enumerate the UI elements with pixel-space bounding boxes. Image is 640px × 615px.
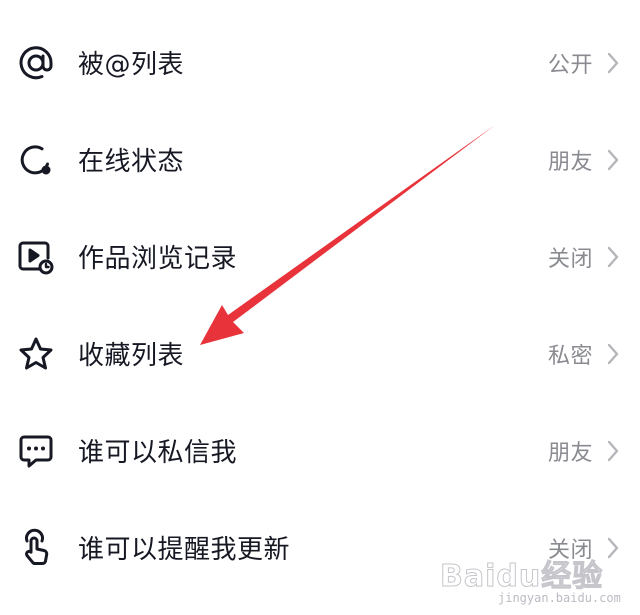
chevron-right-icon (604, 536, 622, 560)
chevron-right-icon (604, 342, 622, 366)
at-icon (15, 42, 57, 84)
row-value: 朋友 (547, 440, 593, 466)
row-online-status[interactable]: 在线状态 朋友 (0, 111, 640, 208)
star-icon (15, 333, 57, 375)
video-history-icon (15, 236, 57, 278)
row-value: 私密 (547, 343, 593, 369)
row-favorites-list[interactable]: 收藏列表 私密 (0, 305, 640, 402)
message-icon (15, 430, 57, 472)
chevron-right-icon (604, 148, 622, 172)
finger-tap-icon (15, 527, 57, 569)
row-who-can-remind[interactable]: 谁可以提醒我更新 关闭 (0, 499, 640, 596)
row-label: 被@列表 (78, 50, 185, 80)
row-label: 作品浏览记录 (78, 244, 238, 274)
row-value: 关闭 (547, 246, 593, 272)
row-video-history[interactable]: 作品浏览记录 关闭 (0, 208, 640, 305)
online-status-icon (15, 139, 57, 181)
row-label: 谁可以私信我 (78, 438, 238, 468)
row-who-can-message[interactable]: 谁可以私信我 朋友 (0, 402, 640, 499)
chevron-right-icon (604, 51, 622, 75)
row-label: 收藏列表 (78, 341, 185, 371)
row-value: 关闭 (547, 537, 593, 563)
chevron-right-icon (604, 245, 622, 269)
row-value: 朋友 (547, 149, 593, 175)
row-mentioned-list[interactable]: 被@列表 公开 (0, 14, 640, 111)
privacy-settings-list: 被@列表 公开 在线状态 朋友 作品浏览记录 关闭 收藏列表 私密 谁可以私信我… (0, 0, 640, 615)
row-value: 公开 (547, 52, 593, 78)
row-label: 谁可以提醒我更新 (78, 535, 291, 565)
row-label: 在线状态 (78, 147, 185, 177)
chevron-right-icon (604, 439, 622, 463)
